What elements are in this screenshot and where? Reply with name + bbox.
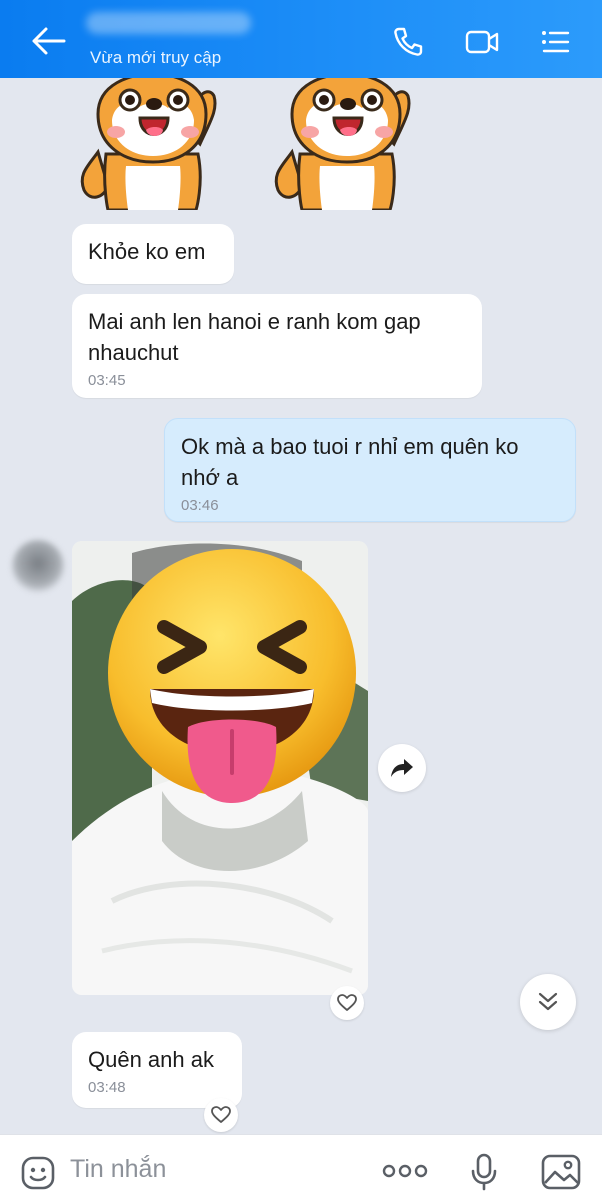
photo-content [72, 541, 368, 995]
message-bubble-incoming[interactable]: Quên anh ak 03:48 [72, 1032, 242, 1108]
menu-list-icon [542, 31, 570, 53]
online-status: Vừa mới truy cập [90, 48, 222, 67]
message-list[interactable]: Khỏe ko em Mai anh len hanoi e ranh kom … [0, 78, 602, 1134]
voice-call-button[interactable] [390, 24, 426, 60]
message-bubble-incoming[interactable]: Khỏe ko em [72, 224, 234, 284]
message-text: Khỏe ko em [88, 239, 206, 264]
message-input[interactable] [70, 1149, 360, 1189]
microphone-icon [471, 1153, 497, 1191]
message-text: Mai anh len hanoi e ranh kom gap nhauchu… [88, 309, 421, 365]
message-time: 03:45 [88, 372, 126, 389]
forward-button[interactable] [378, 744, 426, 792]
back-arrow-icon [32, 27, 66, 55]
more-dots-icon [382, 1164, 428, 1178]
message-composer [0, 1134, 602, 1200]
video-call-button[interactable] [464, 24, 500, 60]
scroll-to-bottom-button[interactable] [520, 974, 576, 1030]
photo-message[interactable] [72, 541, 368, 995]
image-gallery-icon [541, 1154, 581, 1190]
chat-options-button[interactable] [538, 24, 574, 60]
message-time: 03:48 [88, 1079, 126, 1096]
video-call-icon [465, 30, 499, 54]
shiba-sticker[interactable] [272, 78, 422, 212]
message-text: Ok mà a bao tuoi r nhỉ em quên ko nhớ a [181, 434, 519, 490]
contact-name-blurred[interactable] [86, 12, 251, 34]
more-options-button[interactable] [382, 1161, 428, 1181]
chat-header: Vừa mới truy cập [0, 0, 602, 78]
sticker-smile-icon [21, 1156, 55, 1190]
message-time: 03:46 [181, 497, 219, 514]
sender-avatar[interactable] [12, 540, 64, 592]
voice-message-button[interactable] [470, 1153, 498, 1191]
heart-icon [337, 994, 357, 1011]
forward-arrow-icon [391, 759, 413, 777]
send-image-button[interactable] [540, 1153, 582, 1191]
sticker-button[interactable] [20, 1155, 56, 1191]
react-button[interactable] [204, 1098, 238, 1132]
message-bubble-outgoing[interactable]: Ok mà a bao tuoi r nhỉ em quên ko nhớ a … [164, 418, 576, 522]
back-button[interactable] [30, 24, 70, 58]
message-bubble-incoming[interactable]: Mai anh len hanoi e ranh kom gap nhauchu… [72, 294, 482, 398]
shiba-sticker[interactable] [78, 78, 228, 212]
double-chevron-down-icon [538, 992, 558, 1011]
heart-icon [211, 1106, 231, 1123]
react-button[interactable] [330, 986, 364, 1020]
message-text: Quên anh ak [88, 1047, 214, 1072]
phone-icon [394, 27, 423, 56]
